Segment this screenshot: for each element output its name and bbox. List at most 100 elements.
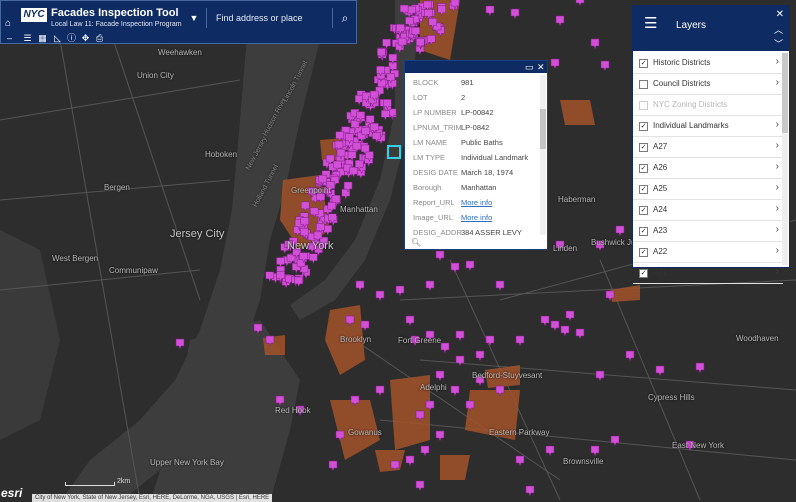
chevron-down-icon[interactable]: ﹀: [774, 37, 783, 50]
popup-field-value: Manhattan: [461, 183, 497, 192]
search-source-dropdown[interactable]: ▼: [182, 8, 207, 28]
popup-field-name: BLOCK: [413, 78, 439, 87]
map-label-haberman: Haberman: [558, 195, 596, 204]
popup-scroll-thumb[interactable]: [540, 109, 546, 149]
layer-item[interactable]: ✓ A22 ›: [633, 242, 783, 263]
measure-icon[interactable]: ◺: [52, 33, 63, 44]
popup-scrollbar[interactable]: [540, 75, 546, 235]
maximize-icon[interactable]: ▭: [525, 61, 534, 73]
chevron-up-icon[interactable]: ︿: [774, 23, 783, 36]
chevron-right-icon[interactable]: ›: [776, 56, 779, 67]
popup-field-value: Individual Landmark: [461, 153, 529, 162]
search-icon[interactable]: ⌕: [332, 8, 357, 28]
search-input[interactable]: [207, 8, 331, 28]
map-label-communipaw: Communipaw: [109, 266, 158, 275]
popup-attributes: BLOCK 981 LOT 2 LP NUMBER LP-00842 LPNUM_TRIM L…: [405, 75, 541, 240]
home-icon[interactable]: ⌂: [5, 19, 15, 29]
popup-row: LP NUMBER LP-00842: [405, 105, 541, 120]
popup-row: LOT 2: [405, 90, 541, 105]
map-label-cypress-hills: Cypress Hills: [648, 393, 695, 402]
popup-field-link[interactable]: More info: [461, 198, 492, 207]
map-label-east-new-york: East New York: [672, 441, 725, 450]
layer-item[interactable]: ✓ A25 ›: [633, 179, 783, 200]
chevron-right-icon[interactable]: ›: [776, 266, 779, 277]
layer-item[interactable]: ✓ A23 ›: [633, 221, 783, 242]
close-icon[interactable]: ✕: [537, 61, 545, 73]
layer-checkbox[interactable]: ✓: [639, 185, 648, 194]
layer-checkbox[interactable]: ✓: [639, 248, 648, 257]
chevron-right-icon[interactable]: ›: [776, 140, 779, 151]
map-label-hoboken: Hoboken: [205, 150, 238, 159]
popup-field-name: Borough: [413, 183, 442, 192]
map-label-bergen: Bergen: [104, 183, 130, 192]
map-label-adelphi: Adelphi: [420, 383, 447, 392]
layer-checkbox[interactable]: ✓: [639, 227, 648, 236]
layer-item[interactable]: ✓ Individual Landmarks ›: [633, 116, 783, 137]
map-label-brooklyn: Brooklyn: [340, 335, 372, 344]
selected-feature-highlight: [387, 145, 401, 159]
map-label-new-york: New York: [287, 240, 334, 252]
layer-name: Individual Landmarks: [653, 121, 729, 130]
close-icon[interactable]: ✕: [776, 9, 784, 20]
layer-checkbox[interactable]: ✓: [639, 206, 648, 215]
layer-checkbox[interactable]: ✓: [639, 59, 648, 68]
chevron-right-icon[interactable]: ›: [776, 77, 779, 88]
app-header: ⌂ NYC Facades Inspection Tool Local Law …: [0, 0, 357, 44]
layer-list: ✓ Historic Districts › Council Districts › NY…: [633, 53, 783, 284]
layer-item[interactable]: Council Districts ›: [633, 74, 783, 95]
layer-name: A27: [653, 142, 668, 151]
layers-title: Layers: [676, 20, 707, 31]
map-label-west-bergen: West Bergen: [52, 254, 99, 263]
layer-item[interactable]: NYC Zoning Districts›: [633, 95, 783, 116]
layer-item[interactable]: ✓ Historic Districts ›: [633, 53, 783, 74]
layers-scroll-thumb[interactable]: [782, 53, 788, 133]
zoom-out-icon[interactable]: –: [4, 33, 15, 44]
layer-checkbox[interactable]: [639, 101, 648, 110]
layer-checkbox[interactable]: ✓: [639, 269, 648, 278]
layer-checkbox[interactable]: ✓: [639, 143, 648, 152]
layer-item[interactable]: ✓ A26 ›: [633, 158, 783, 179]
popup-row: BLOCK 981: [405, 75, 541, 90]
layer-checkbox[interactable]: ✓: [639, 122, 648, 131]
popup-field-name: DESIG_ADDR: [413, 228, 462, 237]
layer-name: A24: [653, 205, 668, 214]
info-icon[interactable]: ⓘ: [66, 33, 77, 44]
popup-field-value: 2: [461, 93, 466, 102]
map-label-bedford-stuyvesant: Bedford-Stuyvesant: [472, 371, 543, 380]
popup-row: DESIG_ADDR 384 ASSER LEVY: [405, 225, 541, 240]
locate-icon[interactable]: ✥: [80, 33, 91, 44]
scale-bar: 2km: [65, 478, 130, 486]
layer-item[interactable]: ✓ A27 ›: [633, 137, 783, 158]
popup-field-value: 384 ASSER LEVY: [461, 228, 522, 237]
layer-item[interactable]: ✓ A24 ›: [633, 200, 783, 221]
layer-item[interactable]: ✓ A21 ›: [633, 263, 783, 284]
popup-field-value: March 18, 1974: [461, 168, 514, 177]
chevron-right-icon[interactable]: ›: [776, 224, 779, 235]
popup-row: LM TYPE Individual Landmark: [405, 150, 541, 165]
layer-checkbox[interactable]: ✓: [639, 164, 648, 173]
popup-field-link[interactable]: More info: [461, 213, 492, 222]
zoom-to-icon[interactable]: 🔍︎: [411, 238, 421, 247]
map-label-linden: Linden: [553, 244, 578, 253]
map-label-greenpoint: Greenpoint: [291, 186, 331, 195]
list-icon[interactable]: ☰: [22, 33, 33, 44]
layer-name: A23: [653, 226, 668, 235]
layer-checkbox[interactable]: [639, 80, 648, 89]
toolbar: – ☰ ▦ ◺ ⓘ ✥ ⎙: [1, 31, 358, 45]
popup-field-name: LM TYPE: [413, 153, 445, 162]
print-icon[interactable]: ⎙: [94, 33, 105, 44]
map-label-upper-ny-bay: Upper New York Bay: [150, 458, 224, 467]
popup-field-value: 981: [461, 78, 474, 87]
basemap-icon[interactable]: ▦: [37, 33, 48, 44]
popup-field-value: Public Baths: [461, 138, 503, 147]
chevron-right-icon[interactable]: ›: [776, 161, 779, 172]
chevron-right-icon[interactable]: ›: [776, 245, 779, 256]
popup-field-name: LP NUMBER: [413, 108, 457, 117]
scale-label: 2km: [117, 478, 131, 485]
chevron-right-icon[interactable]: ›: [776, 203, 779, 214]
layer-name: Council Districts: [653, 79, 711, 88]
popup-row: Report_URL More info: [405, 195, 541, 210]
chevron-right-icon[interactable]: ›: [776, 119, 779, 130]
chevron-right-icon[interactable]: ›: [776, 182, 779, 193]
map-label-red-hook: Red Hook: [275, 406, 311, 415]
